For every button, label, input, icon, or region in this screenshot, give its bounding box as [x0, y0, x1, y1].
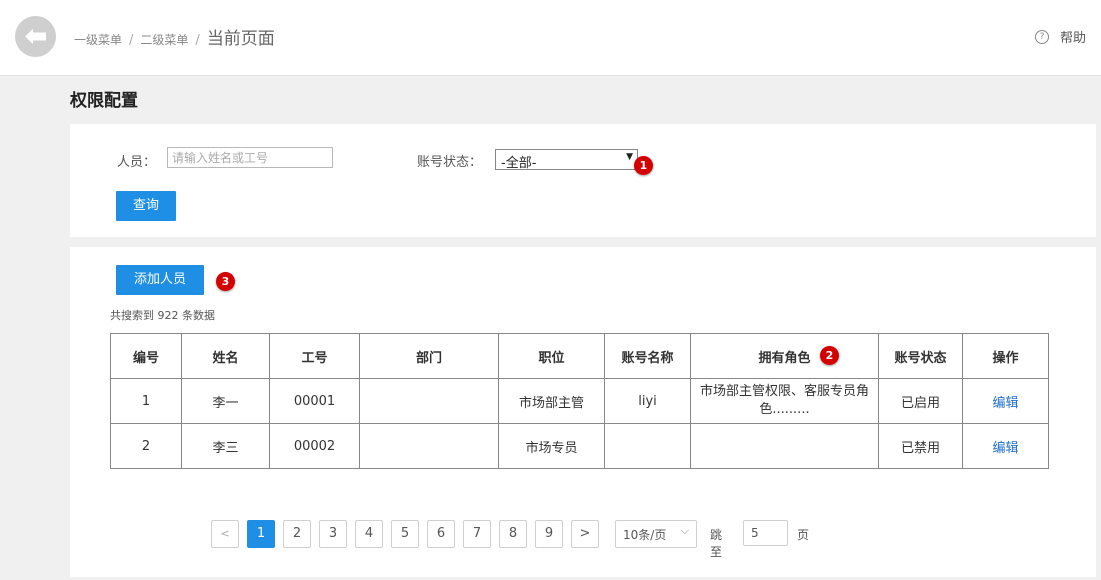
edit-link[interactable]: 编辑	[992, 441, 1018, 456]
page-button-9[interactable]: 9	[535, 520, 563, 548]
prev-page-button[interactable]: <	[211, 520, 239, 548]
breadcrumb-separator: /	[195, 33, 200, 48]
header-name: 姓名	[181, 333, 270, 379]
header-emp-id: 工号	[269, 333, 360, 379]
page-button-2[interactable]: 2	[283, 520, 311, 548]
cell-status: 已启用	[878, 378, 963, 424]
page-size-value: 10条/页	[623, 528, 667, 542]
table-header-row: 编号 姓名 工号 部门 职位 账号名称 拥有角色 2 账号状态 操作	[110, 333, 1049, 379]
add-person-button[interactable]: 添加人员	[116, 265, 204, 295]
breadcrumb-level2[interactable]: 二级菜单	[140, 31, 188, 48]
page-title: 权限配置	[70, 91, 138, 111]
cell-action: 编辑	[962, 423, 1049, 469]
annotation-badge-2: 2	[820, 346, 839, 365]
page-button-5[interactable]: 5	[391, 520, 419, 548]
cell-status: 已禁用	[878, 423, 963, 469]
cell-account: liyi	[604, 378, 691, 424]
cell-roles	[690, 423, 879, 469]
account-status-select[interactable]: -全部- ▼	[495, 149, 638, 171]
annotation-badge-1: 1	[634, 156, 653, 175]
cell-name: 李三	[181, 423, 270, 469]
header-roles-label: 拥有角色	[758, 350, 811, 366]
page-unit-label: 页	[797, 528, 810, 542]
table-row: 1 李一 00001 市场部主管 liyi 市场部主管权限、客服专员角色....…	[110, 378, 1049, 424]
result-count: 共搜索到 922 条数据	[110, 309, 215, 322]
cell-action: 编辑	[962, 378, 1049, 424]
back-button[interactable]	[15, 16, 56, 57]
question-icon: ?	[1034, 29, 1049, 44]
top-bar: 一级菜单 / 二级菜单 / 当前页面 ? 帮助	[0, 0, 1101, 76]
query-button[interactable]: 查询	[116, 191, 176, 221]
cell-emp-id: 00002	[269, 423, 360, 469]
breadcrumb: 一级菜单 / 二级菜单 / 当前页面	[74, 24, 275, 49]
page-button-3[interactable]: 3	[319, 520, 347, 548]
jump-label: 跳至	[710, 528, 723, 559]
page-button-6[interactable]: 6	[427, 520, 455, 548]
person-search-input[interactable]	[167, 147, 333, 168]
header-action: 操作	[962, 333, 1049, 379]
annotation-badge-3: 3	[216, 272, 235, 291]
caret-down-icon: ▼	[626, 152, 633, 162]
help-label: 帮助	[1059, 31, 1086, 46]
back-arrow-icon	[25, 29, 46, 44]
breadcrumb-current: 当前页面	[206, 29, 275, 49]
person-label: 人员：	[117, 155, 157, 170]
jump-page-input[interactable]	[743, 520, 788, 546]
cell-dept	[359, 423, 499, 469]
table-row: 2 李三 00002 市场专员 已禁用 编辑	[110, 423, 1049, 469]
cell-roles: 市场部主管权限、客服专员角色.........	[690, 378, 879, 424]
header-position: 职位	[498, 333, 605, 379]
header-account: 账号名称	[604, 333, 691, 379]
page-size-select[interactable]: 10条/页 ⌵	[615, 520, 697, 548]
cell-account	[604, 423, 691, 469]
edit-link[interactable]: 编辑	[992, 396, 1018, 411]
cell-position: 市场专员	[498, 423, 605, 469]
header-no: 编号	[110, 333, 182, 379]
cell-name: 李一	[181, 378, 270, 424]
page-button-1[interactable]: 1	[247, 520, 275, 548]
page-button-7[interactable]: 7	[463, 520, 491, 548]
page-button-8[interactable]: 8	[499, 520, 527, 548]
header-status: 账号状态	[878, 333, 963, 379]
header-roles: 拥有角色 2	[690, 333, 879, 379]
help-link[interactable]: ? 帮助	[1034, 27, 1086, 46]
cell-no: 1	[110, 378, 182, 424]
chevron-down-icon: ⌵	[680, 524, 689, 537]
cell-dept	[359, 378, 499, 424]
cell-position: 市场部主管	[498, 378, 605, 424]
breadcrumb-level1[interactable]: 一级菜单	[74, 31, 122, 48]
next-page-button[interactable]: >	[571, 520, 599, 548]
search-panel: 人员： 账号状态： -全部- ▼ 1 查询	[70, 124, 1096, 237]
header-dept: 部门	[359, 333, 499, 379]
breadcrumb-separator: /	[129, 33, 134, 48]
account-status-label: 账号状态：	[417, 155, 483, 170]
page-button-4[interactable]: 4	[355, 520, 383, 548]
account-status-value: -全部-	[501, 156, 537, 171]
cell-no: 2	[110, 423, 182, 469]
results-panel: 添加人员 3 共搜索到 922 条数据 编号 姓名 工号 部门 职位 账号名称 …	[70, 247, 1096, 577]
cell-emp-id: 00001	[269, 378, 360, 424]
permission-table: 编号 姓名 工号 部门 职位 账号名称 拥有角色 2 账号状态 操作 1 李一 …	[110, 333, 1049, 469]
